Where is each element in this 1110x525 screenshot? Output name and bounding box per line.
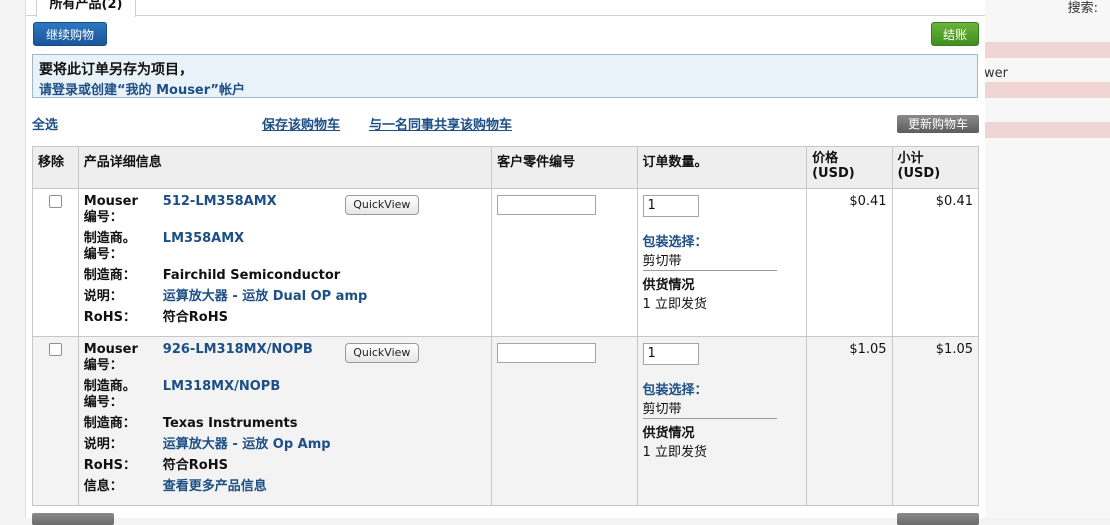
rohs-value: 符合RoHS: [162, 310, 228, 325]
desc-link[interactable]: 运算放大器 - 运放 Op Amp: [163, 437, 331, 453]
subtotal-cell: $0.41: [891, 188, 980, 337]
quickview-button[interactable]: QuickView: [344, 195, 419, 215]
more-info-link[interactable]: 查看更多产品信息: [163, 479, 267, 495]
label-mfr-no: 制造商。 编号：: [83, 231, 136, 262]
label-rohs: RoHS：: [83, 458, 136, 473]
rohs-value: 符合RoHS: [162, 458, 228, 473]
checkout-button[interactable]: 结账: [931, 22, 979, 46]
details-cell: Mouser 编号： 512-LM358AMX QuickView 制造商。 编号…: [77, 188, 493, 337]
packaging-value: 剪切带: [642, 398, 777, 419]
availability-label: 供货情况: [642, 278, 695, 293]
table-row: Mouser 编号： 926-LM318MX/NOPB QuickView 制造商…: [32, 336, 980, 506]
save-as-project-notice: 要将此订单另存为项目， 请登录或创建“我的 Mouser”帐户: [32, 54, 978, 98]
customer-part-input[interactable]: [497, 343, 597, 363]
availability-label: 供货情况: [642, 426, 695, 441]
availability-value: 1 立即发货: [642, 297, 707, 312]
search-label: 搜索:: [1067, 1, 1098, 16]
mfr-no-link[interactable]: LM358AMX: [163, 231, 244, 263]
availability-value: 1 立即发货: [642, 445, 707, 460]
tab-all-products[interactable]: 所有产品(2): [36, 0, 136, 17]
header-remove: 移除: [32, 146, 79, 189]
packaging-select-link[interactable]: 包装选择：: [643, 379, 802, 398]
label-mfr-no: 制造商。 编号：: [83, 379, 136, 410]
customer-part-input[interactable]: [497, 195, 597, 215]
label-mfr: 制造商：: [83, 268, 136, 283]
mfr-value: Texas Instruments: [162, 416, 298, 431]
header-customer-part: 客户零件编号: [491, 146, 638, 189]
customer-part-cell: [491, 188, 638, 337]
mouser-no-link[interactable]: 926-LM318MX/NOPB: [163, 342, 313, 374]
label-rohs: RoHS：: [83, 310, 136, 325]
header-quantity: 订单数量。: [636, 146, 808, 189]
label-info: 信息：: [83, 479, 123, 494]
quantity-cell: 1 包装选择： 剪切带 供货情况 1 立即发货: [636, 188, 808, 337]
right-partial-text[interactable]: wer: [984, 66, 1008, 81]
continue-shopping-button[interactable]: 继续购物: [33, 22, 107, 46]
desc-link[interactable]: 运算放大器 - 运放 Dual OP amp: [163, 289, 368, 305]
mouser-no-link[interactable]: 512-LM358AMX: [163, 194, 277, 226]
select-all-link[interactable]: 全选: [32, 114, 58, 133]
quantity-input[interactable]: 1: [642, 195, 699, 217]
mfr-no-link[interactable]: LM318MX/NOPB: [163, 379, 280, 411]
label-desc: 说明：: [83, 437, 123, 452]
label-mouser-no: Mouser 编号：: [83, 194, 138, 225]
remove-checkbox[interactable]: [49, 195, 62, 208]
header-details: 产品详细信息: [77, 146, 493, 189]
right-row-highlight: [984, 42, 1110, 58]
right-panel: 搜索: wer: [984, 0, 1110, 518]
price-cell: $1.05: [806, 336, 893, 506]
table-row: Mouser 编号： 512-LM358AMX QuickView 制造商。 编号…: [32, 188, 980, 337]
packaging-select-link[interactable]: 包装选择：: [643, 231, 802, 250]
label-mfr: 制造商：: [83, 416, 136, 431]
remove-checkbox[interactable]: [49, 343, 62, 356]
quantity-cell: 1 包装选择： 剪切带 供货情况 1 立即发货: [636, 336, 808, 506]
subtotal-cell: $1.05: [891, 336, 980, 506]
bottom-left-button[interactable]: [32, 513, 114, 525]
packaging-value: 剪切带: [642, 250, 777, 271]
details-cell: Mouser 编号： 926-LM318MX/NOPB QuickView 制造商…: [77, 336, 493, 506]
bottom-right-button[interactable]: [897, 513, 979, 525]
customer-part-cell: [491, 336, 638, 506]
price-cell: $0.41: [806, 188, 893, 337]
cart-panel: 所有产品(2) 继续购物 结账 要将此订单另存为项目， 请登录或创建“我的 Mo…: [25, 0, 985, 525]
save-cart-link[interactable]: 保存该购物车: [262, 114, 340, 133]
mfr-value: Fairchild Semiconductor: [162, 268, 341, 283]
label-mouser-no: Mouser 编号：: [83, 342, 138, 373]
label-desc: 说明：: [83, 289, 123, 304]
remove-cell: [32, 336, 79, 506]
login-register-link[interactable]: 请登录或创建“我的 Mouser”帐户: [39, 79, 971, 98]
right-row-highlight: [984, 82, 1110, 98]
share-cart-link[interactable]: 与一名同事共享该购物车: [369, 114, 512, 133]
quantity-input[interactable]: 1: [642, 343, 699, 365]
header-price: 价格 (USD): [806, 146, 893, 189]
tab-divider: [26, 15, 985, 16]
header-subtotal: 小计 (USD): [891, 146, 980, 189]
right-row-highlight: [984, 122, 1110, 138]
table-header-row: 移除 产品详细信息 客户零件编号 订单数量。 价格 (USD) 小计 (USD): [32, 146, 980, 189]
cart-table: 移除 产品详细信息 客户零件编号 订单数量。 价格 (USD) 小计 (USD)…: [32, 146, 980, 506]
quickview-button[interactable]: QuickView: [344, 343, 419, 363]
save-notice-text: 要将此订单另存为项目，: [39, 62, 193, 78]
remove-cell: [32, 188, 79, 337]
update-cart-button[interactable]: 更新购物车: [897, 115, 979, 133]
